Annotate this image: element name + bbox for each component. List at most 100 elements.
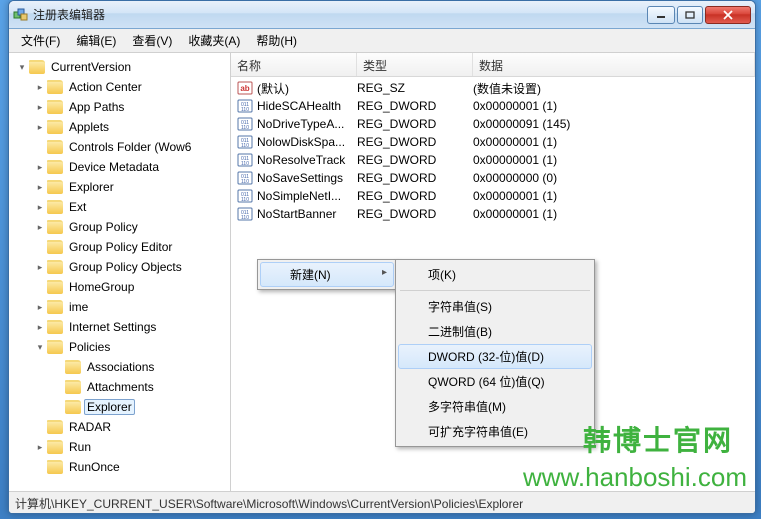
menu-new-qword[interactable]: QWORD (64 位)值(Q) [398, 369, 592, 394]
value-data: 0x00000001 (1) [473, 99, 755, 113]
tree-expand-icon[interactable] [53, 362, 63, 372]
list-header: 名称 类型 数据 [231, 53, 755, 77]
tree-expand-icon[interactable] [35, 142, 45, 152]
value-row[interactable]: 011110NoDriveTypeA...REG_DWORD0x00000091… [231, 115, 755, 133]
tree-expand-icon[interactable]: ▸ [35, 262, 45, 272]
value-type: REG_DWORD [357, 207, 473, 221]
menu-new-expandstring[interactable]: 可扩充字符串值(E) [398, 419, 592, 444]
tree-label: App Paths [66, 99, 127, 115]
tree-label: Explorer [84, 399, 135, 415]
menu-new[interactable]: 新建(N) [260, 262, 394, 287]
menu-help[interactable]: 帮助(H) [248, 30, 305, 51]
value-row[interactable]: 011110HideSCAHealthREG_DWORD0x00000001 (… [231, 97, 755, 115]
tree-node[interactable]: ▸Action Center [9, 77, 230, 97]
key-tree[interactable]: ▾CurrentVersion▸Action Center▸App Paths▸… [9, 53, 231, 491]
registry-editor-window: 注册表编辑器 文件(F) 编辑(E) 查看(V) 收藏夹(A) 帮助(H) ▾C… [8, 0, 756, 514]
tree-expand-icon[interactable]: ▸ [35, 82, 45, 92]
value-row[interactable]: 011110NoResolveTrackREG_DWORD0x00000001 … [231, 151, 755, 169]
folder-icon [65, 360, 81, 374]
tree-node[interactable]: ▸ App Paths [9, 97, 230, 117]
folder-icon [47, 200, 63, 214]
tree-node[interactable]: RADAR [9, 417, 230, 437]
tree-node[interactable]: Group Policy Editor [9, 237, 230, 257]
value-row[interactable]: ab(默认)REG_SZ(数值未设置) [231, 79, 755, 97]
tree-node[interactable]: ▾CurrentVersion [9, 57, 230, 77]
tree-expand-icon[interactable] [53, 402, 63, 412]
folder-icon [47, 340, 63, 354]
tree-label: RunOnce [66, 459, 123, 475]
folder-icon [47, 440, 63, 454]
context-menu: 新建(N) [257, 259, 397, 290]
tree-expand-icon[interactable]: ▸ [35, 442, 45, 452]
tree-node[interactable]: Attachments [9, 377, 230, 397]
tree-expand-icon[interactable] [53, 382, 63, 392]
tree-expand-icon[interactable]: ▾ [35, 342, 45, 352]
value-row[interactable]: 011110NoSaveSettingsREG_DWORD0x00000000 … [231, 169, 755, 187]
tree-node[interactable]: ▸Run [9, 437, 230, 457]
value-row[interactable]: 011110NolowDiskSpa...REG_DWORD0x00000001… [231, 133, 755, 151]
tree-node[interactable]: ▾ Policies [9, 337, 230, 357]
tree-expand-icon[interactable]: ▸ [35, 102, 45, 112]
tree-node[interactable]: ▸Ext [9, 197, 230, 217]
tree-node[interactable]: RunOnce [9, 457, 230, 477]
tree-expand-icon[interactable] [35, 462, 45, 472]
tree-label: RADAR [66, 419, 114, 435]
value-row[interactable]: 011110NoStartBannerREG_DWORD0x00000001 (… [231, 205, 755, 223]
tree-node[interactable]: ▸ime [9, 297, 230, 317]
statusbar: 计算机\HKEY_CURRENT_USER\Software\Microsoft… [9, 491, 755, 513]
tree-expand-icon[interactable]: ▸ [35, 182, 45, 192]
minimize-button[interactable] [647, 6, 675, 24]
tree-label: Explorer [66, 179, 117, 195]
menu-favorites[interactable]: 收藏夹(A) [180, 30, 248, 51]
value-name: (默认) [257, 80, 357, 97]
tree-label: Internet Settings [66, 319, 159, 335]
menu-new-key[interactable]: 项(K) [398, 262, 592, 287]
tree-expand-icon[interactable]: ▸ [35, 302, 45, 312]
value-name: NoDriveTypeA... [257, 117, 357, 131]
menu-view[interactable]: 查看(V) [124, 30, 180, 51]
value-type: REG_SZ [357, 81, 473, 95]
tree-node[interactable]: Explorer [9, 397, 230, 417]
tree-expand-icon[interactable]: ▸ [35, 162, 45, 172]
menu-edit[interactable]: 编辑(E) [68, 30, 124, 51]
tree-node[interactable]: ▸Group Policy [9, 217, 230, 237]
tree-node[interactable]: ▸ Internet Settings [9, 317, 230, 337]
tree-expand-icon[interactable]: ▸ [35, 202, 45, 212]
tree-expand-icon[interactable] [35, 282, 45, 292]
tree-node[interactable]: Controls Folder (Wow6 [9, 137, 230, 157]
svg-text:110: 110 [241, 125, 249, 131]
menu-new-multistring[interactable]: 多字符串值(M) [398, 394, 592, 419]
tree-expand-icon[interactable] [35, 242, 45, 252]
column-type[interactable]: 类型 [357, 53, 473, 76]
value-row[interactable]: 011110NoSimpleNetI...REG_DWORD0x00000001… [231, 187, 755, 205]
close-button[interactable] [705, 6, 751, 24]
tree-expand-icon[interactable]: ▸ [35, 222, 45, 232]
menu-new-string[interactable]: 字符串值(S) [398, 294, 592, 319]
maximize-button[interactable] [677, 6, 703, 24]
column-data[interactable]: 数据 [473, 53, 755, 76]
tree-node[interactable]: ▸Applets [9, 117, 230, 137]
column-name[interactable]: 名称 [231, 53, 357, 76]
tree-node[interactable]: ▸ Explorer [9, 177, 230, 197]
tree-label: Group Policy Editor [66, 239, 175, 255]
svg-text:110: 110 [241, 179, 249, 185]
value-name: HideSCAHealth [257, 99, 357, 113]
menu-new-binary[interactable]: 二进制值(B) [398, 319, 592, 344]
svg-text:110: 110 [241, 215, 249, 221]
tree-expand-icon[interactable] [35, 422, 45, 432]
tree-node[interactable]: Associations [9, 357, 230, 377]
tree-expand-icon[interactable]: ▸ [35, 322, 45, 332]
tree-expand-icon[interactable]: ▸ [35, 122, 45, 132]
tree-expand-icon[interactable]: ▾ [17, 62, 27, 72]
menu-file[interactable]: 文件(F) [13, 30, 68, 51]
tree-node[interactable]: ▸Device Metadata [9, 157, 230, 177]
folder-icon [65, 400, 81, 414]
tree-label: Policies [66, 339, 113, 355]
tree-node[interactable]: ▸Group Policy Objects [9, 257, 230, 277]
menu-separator [400, 290, 590, 291]
tree-label: Controls Folder (Wow6 [66, 139, 194, 155]
titlebar[interactable]: 注册表编辑器 [9, 1, 755, 29]
menu-new-dword[interactable]: DWORD (32-位)值(D) [398, 344, 592, 369]
value-type: REG_DWORD [357, 135, 473, 149]
tree-node[interactable]: HomeGroup [9, 277, 230, 297]
